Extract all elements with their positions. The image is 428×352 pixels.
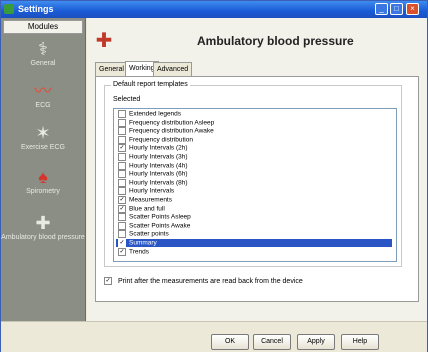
list-item-label: Trends [129, 248, 149, 256]
apply-button[interactable]: Apply [297, 334, 335, 350]
item-checkbox[interactable]: ✓ [118, 247, 126, 256]
item-checkbox[interactable]: ✓ [118, 196, 126, 204]
list-item-label: Frequency distribution Awake [129, 127, 214, 135]
sidebar-item-label: ECG [35, 102, 51, 109]
sidebar-item-label: Spirometry [26, 188, 60, 195]
sidebar-item-label: Exercise ECG [21, 144, 65, 151]
item-checkbox[interactable] [118, 161, 126, 170]
item-checkbox[interactable] [118, 213, 126, 222]
sidebar-item-label: Ambulatory blood pressure [1, 234, 85, 241]
tab-general[interactable]: General [95, 62, 128, 76]
sidebar-item-label: General [30, 60, 56, 67]
button-bar: OK Cancel Apply Help [1, 321, 427, 352]
sidebar-header: Modules [3, 20, 83, 34]
list-item[interactable]: ✓ Hourly Intervals (2h) [116, 144, 392, 153]
stethoscope-icon: ⚕ [38, 39, 48, 59]
page-title: Ambulatory blood pressure [197, 34, 354, 48]
window-title: Settings [18, 4, 54, 14]
list-item-label: Frequency distribution [129, 136, 193, 144]
list-item[interactable]: Hourly Intervals (4h) [116, 161, 392, 170]
list-item[interactable]: ✓ Summary [116, 239, 392, 247]
list-item[interactable]: Frequency distribution Awake [116, 127, 392, 136]
print-option[interactable]: ✓ Print after the measurements are read … [104, 277, 303, 285]
item-checkbox[interactable] [118, 135, 126, 144]
item-checkbox[interactable] [118, 110, 126, 118]
list-item[interactable]: Scatter points [116, 230, 392, 239]
tab-advanced[interactable]: Advanced [153, 62, 193, 76]
list-item-label: Hourly Intervals (3h) [129, 153, 188, 161]
list-item-label: Measurements [129, 196, 172, 204]
list-item-label: Extended legends [129, 110, 182, 118]
list-item[interactable]: Frequency distribution Asleep [116, 118, 392, 127]
list-item[interactable]: ✓ Trends [116, 247, 392, 256]
blood-pressure-icon: ✚ [95, 30, 113, 52]
item-checkbox[interactable]: ✓ [118, 204, 126, 213]
list-item[interactable]: Hourly Intervals [116, 187, 392, 196]
report-templates-group: Default report templates Selected Extend… [104, 81, 402, 267]
maximize-button[interactable]: □ [390, 3, 403, 15]
list-item[interactable]: Extended legends [116, 110, 392, 118]
list-item-label: Hourly Intervals (6h) [129, 170, 188, 178]
print-option-label: Print after the measurements are read ba… [117, 277, 303, 285]
list-item-label: Scatter Points Asleep [129, 213, 191, 221]
sidebar-item-general[interactable]: ⚕ General [1, 38, 85, 67]
list-item-label: Summary [129, 239, 157, 247]
list-item-label: Hourly Intervals (8h) [129, 179, 188, 187]
exercise-icon: ✶ [35, 123, 51, 143]
list-item[interactable]: Scatter Points Awake [116, 221, 392, 230]
list-item-label: Hourly Intervals [129, 188, 175, 196]
list-item-label: Scatter points [129, 231, 169, 239]
sidebar-item-spirometry[interactable]: ♠ Spirometry [1, 166, 85, 195]
list-caption: Selected [113, 96, 141, 103]
close-button[interactable]: × [406, 3, 419, 15]
group-legend: Default report templates [111, 81, 190, 88]
settings-window: Settings _ □ × Modules ⚕ General 〰 ECG ✶… [0, 0, 428, 352]
modules-sidebar: Modules ⚕ General 〰 ECG ✶ Exercise ECG ♠… [1, 18, 86, 321]
item-checkbox[interactable] [118, 127, 126, 136]
sidebar-item-exercise-ecg[interactable]: ✶ Exercise ECG [1, 122, 85, 151]
report-template-list[interactable]: Extended legends Frequency distribution A… [113, 108, 397, 262]
help-button[interactable]: Help [341, 334, 379, 350]
list-item-label: Scatter Points Awake [129, 222, 191, 230]
lungs-icon: ♠ [38, 167, 48, 187]
main-panel: ✚ Ambulatory blood pressure General Work… [87, 18, 427, 321]
list-item-label: Hourly Intervals (2h) [129, 145, 188, 153]
ecg-icon: 〰 [34, 81, 52, 101]
list-item-label: Frequency distribution Asleep [129, 119, 215, 127]
list-item[interactable]: Hourly Intervals (3h) [116, 153, 392, 161]
minimize-button[interactable]: _ [375, 3, 388, 15]
blood-pressure-icon: ✚ [35, 213, 51, 233]
list-item-label: Hourly Intervals (4h) [129, 162, 188, 170]
sidebar-item-ecg[interactable]: 〰 ECG [1, 80, 85, 109]
list-item[interactable]: Scatter Points Asleep [116, 213, 392, 222]
item-checkbox[interactable] [118, 187, 126, 196]
list-item[interactable]: ✓ Blue and full [116, 204, 392, 213]
item-checkbox[interactable] [118, 153, 126, 161]
app-icon [4, 4, 14, 14]
item-checkbox[interactable]: ✓ [118, 144, 126, 153]
list-item-label: Blue and full [129, 205, 165, 213]
list-item[interactable]: Frequency distribution [116, 135, 392, 144]
list-item[interactable]: Hourly Intervals (8h) [116, 178, 392, 187]
ok-button[interactable]: OK [211, 334, 249, 350]
sidebar-item-ambulatory-bp[interactable]: ✚ Ambulatory blood pressure [1, 212, 85, 241]
item-checkbox[interactable] [118, 178, 126, 187]
item-checkbox[interactable] [118, 170, 126, 179]
list-item[interactable]: ✓ Measurements [116, 196, 392, 204]
title-bar: Settings _ □ × [1, 1, 427, 18]
item-checkbox[interactable] [118, 118, 126, 127]
cancel-button[interactable]: Cancel [253, 334, 291, 350]
list-item[interactable]: Hourly Intervals (6h) [116, 170, 392, 179]
item-checkbox[interactable]: ✓ [118, 239, 126, 247]
tab-panel: Default report templates Selected Extend… [95, 76, 419, 302]
print-checkbox[interactable]: ✓ [104, 277, 112, 285]
item-checkbox[interactable] [118, 221, 126, 230]
item-checkbox[interactable] [118, 230, 126, 239]
